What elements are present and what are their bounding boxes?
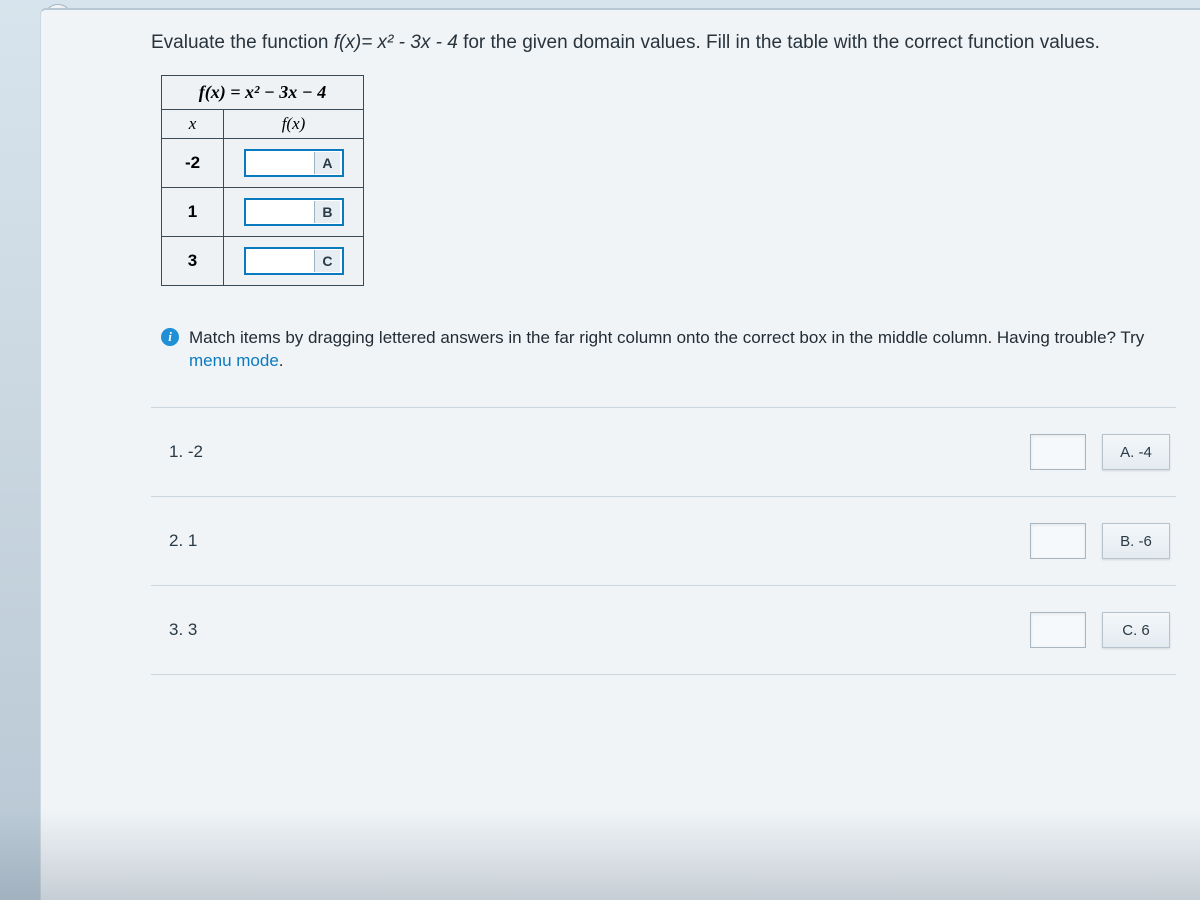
match-label-3: 3. 3 (169, 620, 1014, 640)
instruction-before-link: Match items by dragging lettered answers… (189, 328, 1144, 347)
answer-chip-a-text: A. -4 (1120, 444, 1152, 461)
table-col-fx: f(x) (224, 109, 364, 138)
info-icon: i (161, 328, 179, 346)
menu-mode-link[interactable]: menu mode (189, 351, 279, 370)
prompt-fn-expr: = x² - 3x - 4 (361, 32, 458, 53)
table-equation-text: f(x) = x² − 3x − 4 (199, 82, 326, 102)
match-label-1: 1. -2 (169, 442, 1014, 462)
table-equation-header: f(x) = x² − 3x − 4 (162, 75, 364, 109)
drop-slot-a[interactable]: A (244, 149, 344, 177)
table-drop-cell-0: A (224, 138, 364, 187)
answer-chip-c-text: C. 6 (1122, 622, 1150, 639)
table-x-0: -2 (162, 138, 224, 187)
question-panel: Evaluate the function f(x)= x² - 3x - 4 … (40, 8, 1200, 900)
answer-chip-b[interactable]: B. -6 (1102, 523, 1170, 559)
answer-chip-c[interactable]: C. 6 (1102, 612, 1170, 648)
drop-slot-letter-b: B (314, 201, 339, 223)
match-target-1[interactable] (1030, 434, 1086, 470)
prompt-text-2: for the given domain values. Fill in the… (463, 32, 1100, 53)
question-prompt: Evaluate the function f(x)= x² - 3x - 4 … (151, 30, 1176, 57)
table-drop-cell-1: B (224, 187, 364, 236)
prompt-text-1: Evaluate the function (151, 32, 334, 53)
function-table: f(x) = x² − 3x − 4 x f(x) -2 A 1 B 3 (161, 75, 364, 286)
instruction-text: Match items by dragging lettered answers… (189, 326, 1176, 374)
match-target-3[interactable] (1030, 612, 1086, 648)
table-col-x: x (162, 109, 224, 138)
table-drop-cell-2: C (224, 236, 364, 285)
match-row-1: 1. -2 A. -4 (151, 407, 1176, 497)
drop-slot-b[interactable]: B (244, 198, 344, 226)
match-row-3: 3. 3 C. 6 (151, 586, 1176, 675)
answer-chip-b-text: B. -6 (1120, 533, 1152, 550)
drop-slot-c[interactable]: C (244, 247, 344, 275)
match-row-2: 2. 1 B. -6 (151, 497, 1176, 586)
match-target-2[interactable] (1030, 523, 1086, 559)
match-list: 1. -2 A. -4 2. 1 B. -6 3. 3 C. 6 (151, 407, 1176, 675)
drop-slot-letter-c: C (314, 250, 339, 272)
prompt-fn-left: f(x) (334, 32, 361, 53)
table-x-1: 1 (162, 187, 224, 236)
match-label-2: 2. 1 (169, 531, 1014, 551)
instruction-after-link: . (279, 351, 284, 370)
answer-chip-a[interactable]: A. -4 (1102, 434, 1170, 470)
drop-slot-letter-a: A (314, 152, 339, 174)
table-x-2: 3 (162, 236, 224, 285)
instruction-row: i Match items by dragging lettered answe… (161, 326, 1176, 374)
